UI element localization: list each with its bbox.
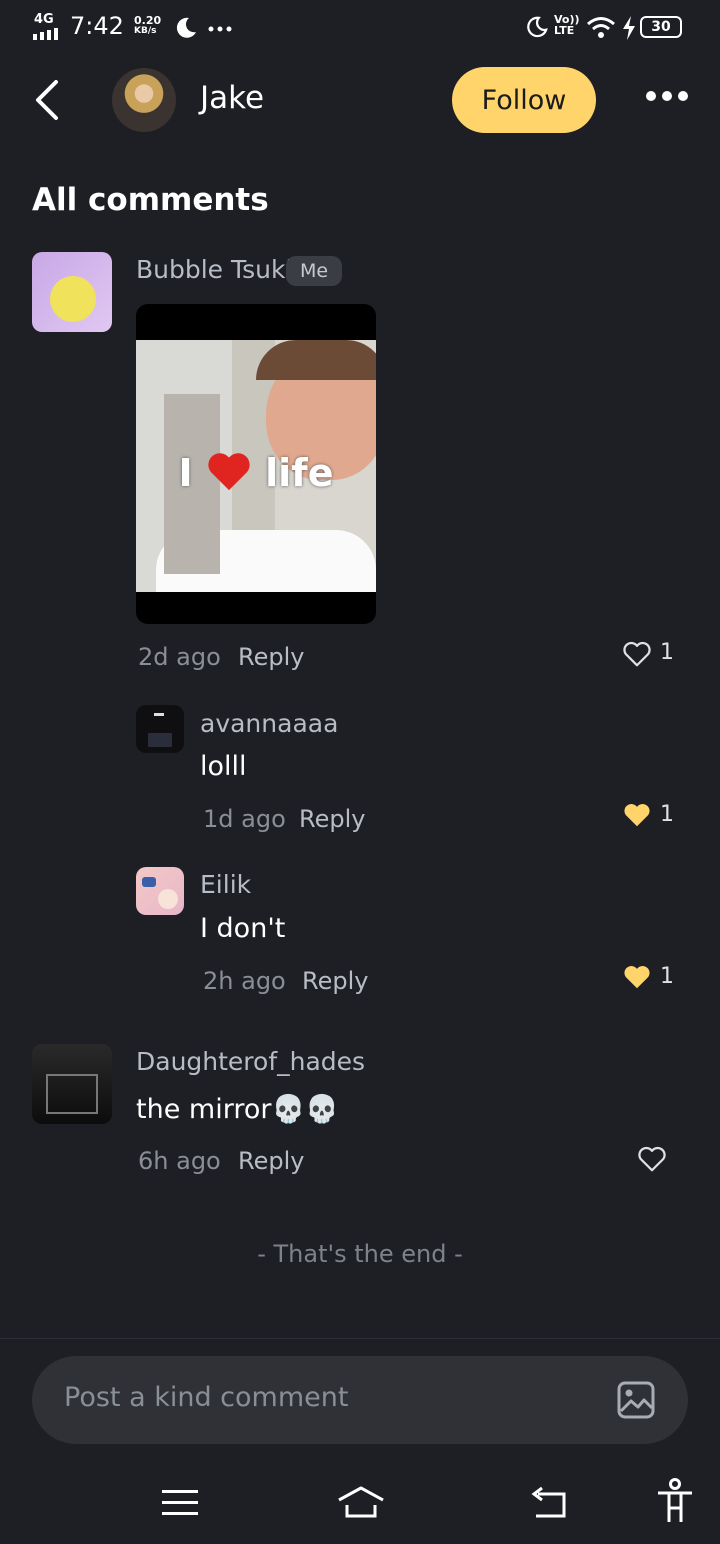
dnd-moon-icon	[527, 16, 548, 38]
end-of-list-text: - That's the end -	[257, 1240, 463, 1268]
status-bar: 4G 7:42 0.20 KB/s Vo)) LTE 30	[0, 0, 720, 56]
comment-username[interactable]: Bubble Tsuki	[136, 255, 292, 284]
more-notifications-icon	[208, 26, 232, 32]
battery-level: 30	[651, 19, 671, 35]
reply-username[interactable]: avannaaaa	[200, 709, 338, 738]
comment-input-placeholder[interactable]: Post a kind comment	[64, 1382, 348, 1413]
accessibility-icon[interactable]	[656, 1478, 694, 1524]
caption-left: I	[178, 451, 193, 495]
avatar-jake[interactable]	[112, 68, 176, 132]
like-count: 1	[660, 640, 674, 665]
reply-username[interactable]: Eilik	[200, 870, 251, 899]
heart-emoji-icon	[208, 453, 250, 491]
comment-image[interactable]: I life	[136, 304, 376, 624]
heart-filled-icon[interactable]	[622, 963, 652, 991]
reply-text: I don't	[200, 913, 286, 944]
network-type: 4G	[34, 12, 54, 27]
back-icon[interactable]	[530, 1486, 568, 1520]
reply-button[interactable]: Reply	[299, 805, 365, 833]
follow-button[interactable]: Follow	[452, 67, 596, 133]
speed-value: 0.20	[134, 14, 162, 27]
comment-username[interactable]: Daughterof_hades	[136, 1047, 365, 1076]
reply-button[interactable]: Reply	[302, 967, 368, 995]
like-count: 1	[660, 802, 674, 827]
home-icon[interactable]	[336, 1484, 386, 1520]
moon-icon	[176, 17, 196, 38]
avatar-daughterof-hades[interactable]	[32, 1044, 112, 1124]
comment-time: 6h ago	[138, 1147, 221, 1175]
heart-filled-icon[interactable]	[622, 801, 652, 829]
reply-time: 1d ago	[203, 805, 286, 833]
system-nav-bar	[0, 1460, 720, 1544]
volte-indicator: Vo)) LTE	[554, 13, 580, 37]
menu-icon[interactable]	[162, 1488, 198, 1518]
avatar-eilik[interactable]	[136, 867, 184, 915]
profile-name[interactable]: Jake	[200, 80, 264, 116]
avatar-bubble-tsuki[interactable]	[32, 252, 112, 332]
charging-icon	[623, 16, 635, 40]
me-badge: Me	[286, 256, 342, 286]
avatar-avannaaaa[interactable]	[136, 705, 184, 753]
battery-icon: 30	[640, 16, 682, 38]
clock: 7:42	[70, 12, 124, 40]
more-dots-icon[interactable]	[644, 88, 690, 104]
comment-time: 2d ago	[138, 643, 221, 671]
reply-time: 2h ago	[203, 967, 286, 995]
heart-outline-icon[interactable]	[622, 640, 652, 668]
back-chevron-icon[interactable]	[30, 78, 62, 122]
speed-unit: KB/s	[134, 26, 157, 36]
like-count: 1	[660, 964, 674, 989]
network-speed: 0.20 KB/s	[134, 15, 161, 37]
section-title: All comments	[32, 182, 269, 218]
heart-outline-icon[interactable]	[637, 1145, 667, 1173]
comment-text: the mirror💀💀	[136, 1094, 339, 1125]
image-icon[interactable]	[616, 1380, 656, 1420]
signal-icon: 4G	[32, 12, 62, 40]
reply-text: lolll	[200, 751, 247, 782]
image-caption: I life	[136, 450, 376, 495]
wifi-icon	[587, 17, 615, 38]
caption-right: life	[265, 451, 334, 495]
divider	[0, 1338, 720, 1339]
reply-button[interactable]: Reply	[238, 643, 304, 671]
reply-button[interactable]: Reply	[238, 1147, 304, 1175]
